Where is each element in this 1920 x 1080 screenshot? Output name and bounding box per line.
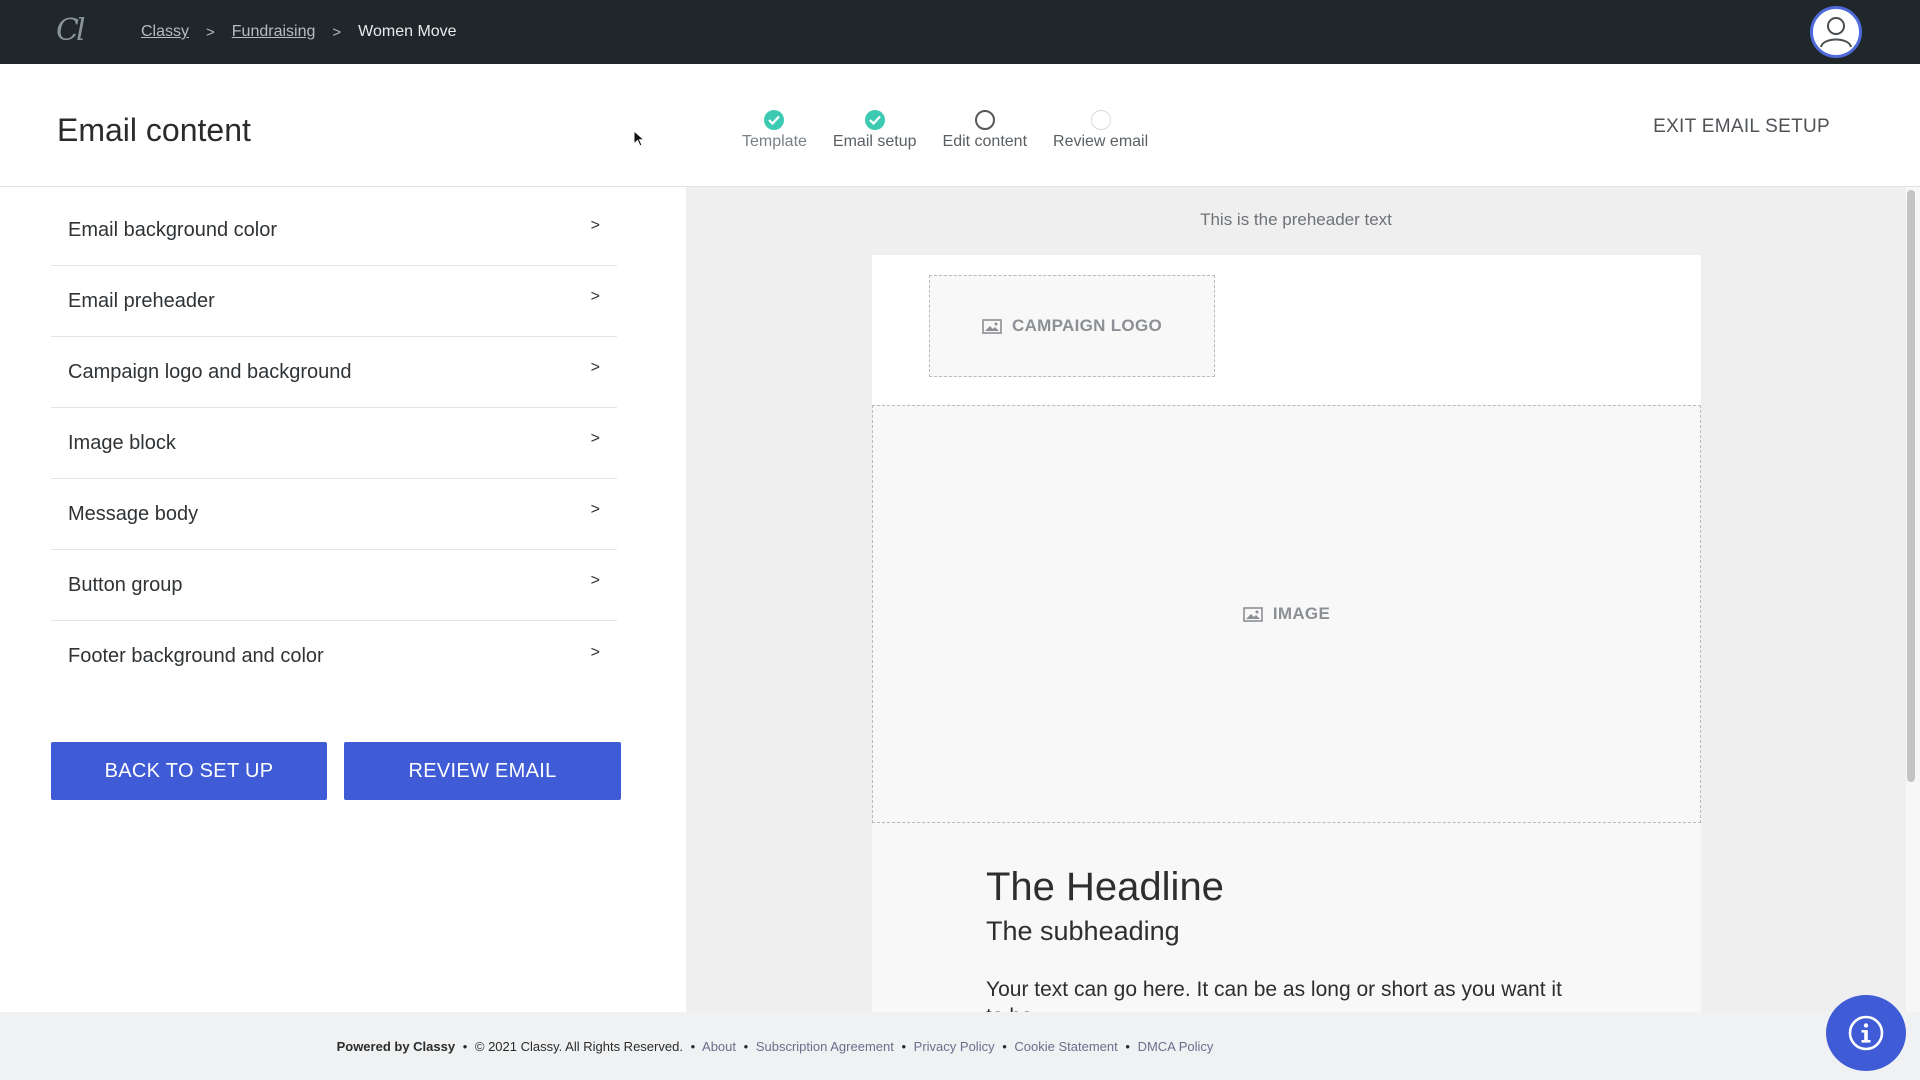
mouse-cursor-icon [633, 130, 645, 147]
content-settings-panel: Email background color > Email preheader… [0, 187, 686, 1012]
email-headline: The Headline [986, 865, 1224, 909]
chevron-right-icon: > [590, 430, 600, 447]
powered-by: Powered by Classy [336, 1038, 456, 1054]
step-label: Edit content [942, 133, 1028, 150]
chevron-right-icon: > [590, 288, 600, 305]
classy-logo[interactable]: Cl [56, 14, 86, 48]
footer-link-cookie-statement[interactable]: Cookie Statement [1014, 1039, 1117, 1054]
breadcrumb-current: Women Move [358, 23, 457, 40]
chevron-right-icon: > [590, 217, 600, 234]
image-icon [982, 318, 1002, 334]
chevron-right-icon: > [590, 572, 600, 589]
page-footer: Powered by Classy • © 2021 Classy. All R… [0, 1012, 1920, 1080]
footer-text: Powered by Classy • © 2021 Classy. All R… [337, 1039, 1214, 1054]
footer-link-about[interactable]: About [702, 1039, 736, 1054]
footer-bullet: • [1002, 1038, 1007, 1054]
footer-link-privacy-policy[interactable]: Privacy Policy [914, 1039, 995, 1054]
message-body-block[interactable]: The Headline The subheading Your text ca… [872, 823, 1701, 1012]
preview-scrollbar-thumb[interactable] [1907, 190, 1915, 782]
copyright: © 2021 Classy. All Rights Reserved. [474, 1038, 683, 1054]
section-image-block[interactable]: Image block > [51, 408, 617, 479]
logo-placeholder-label: CAMPAIGN LOGO [1012, 316, 1162, 335]
step-label: Review email [1053, 133, 1149, 150]
section-message-body[interactable]: Message body > [51, 479, 617, 550]
step-template[interactable]: Template [742, 110, 807, 151]
chevron-right-icon: > [590, 643, 600, 661]
section-footer-background[interactable]: Footer background and color > [51, 621, 617, 692]
chevron-right-icon: > [206, 23, 215, 41]
chevron-right-icon: > [590, 359, 600, 376]
empty-circle-icon [1090, 110, 1111, 130]
email-subheading: The subheading [986, 916, 1180, 946]
section-campaign-logo[interactable]: Campaign logo and background > [51, 337, 617, 408]
campaign-logo-placeholder[interactable]: CAMPAIGN LOGO [929, 275, 1215, 377]
step-edit-content[interactable]: Edit content [942, 110, 1028, 151]
image-icon [1243, 606, 1263, 622]
section-label: Email preheader [68, 289, 215, 312]
section-label: Image block [68, 431, 176, 454]
chevron-right-icon: > [332, 23, 342, 41]
section-email-background-color[interactable]: Email background color > [51, 195, 617, 266]
page-header: Email content Template Email setup Edit … [0, 64, 1920, 187]
breadcrumb-fundraising[interactable]: Fundraising [232, 23, 316, 41]
footer-bullet: • [901, 1038, 907, 1054]
email-card: CAMPAIGN LOGO IMAGE The Headline The sub… [872, 255, 1701, 1012]
user-icon [1820, 17, 1852, 48]
progress-stepper: Template Email setup Edit content Review… [742, 110, 1174, 151]
image-block-placeholder[interactable]: IMAGE [872, 405, 1701, 823]
step-review-email[interactable]: Review email [1053, 110, 1148, 151]
image-placeholder-label: IMAGE [1272, 604, 1331, 623]
step-email-setup[interactable]: Email setup [833, 110, 917, 151]
footer-bullet: • [743, 1038, 749, 1054]
preheader-text: This is the preheader text [1200, 210, 1392, 229]
back-to-setup-button[interactable]: BACK TO SET UP [51, 742, 327, 800]
top-nav: Cl Classy > Fundraising > Women Move [0, 0, 1920, 64]
chevron-right-icon: > [590, 501, 600, 518]
footer-link-dmca-policy[interactable]: DMCA Policy [1138, 1039, 1214, 1054]
check-circle-icon [764, 110, 785, 130]
breadcrumb: Classy > Fundraising > Women Move [141, 0, 457, 64]
footer-link-subscription-agreement[interactable]: Subscription Agreement [756, 1039, 894, 1054]
section-label: Footer background and color [68, 645, 324, 667]
exit-email-setup-link[interactable]: EXIT EMAIL SETUP [1653, 116, 1830, 138]
email-body-text: Your text can go here. It can be as long… [986, 978, 1562, 1012]
review-email-button[interactable]: REVIEW EMAIL [344, 742, 621, 800]
info-icon [1848, 1015, 1884, 1051]
section-button-group[interactable]: Button group > [51, 550, 617, 621]
step-label: Email setup [832, 133, 917, 150]
section-label: Email background color [68, 218, 277, 241]
check-circle-icon [864, 110, 885, 130]
footer-bullet: • [462, 1038, 468, 1054]
email-preview[interactable]: This is the preheader text CAMPAIGN LOGO… [686, 187, 1906, 1012]
section-email-preheader[interactable]: Email preheader > [51, 266, 617, 337]
panel-actions: BACK TO SET UP REVIEW EMAIL [51, 742, 621, 800]
page-title: Email content [57, 112, 251, 148]
breadcrumb-classy[interactable]: Classy [141, 23, 189, 41]
user-avatar[interactable] [1810, 6, 1862, 58]
section-label: Message body [68, 502, 199, 525]
step-label: Template [742, 133, 807, 150]
section-label: Button group [68, 573, 183, 596]
content-section-list: Email background color > Email preheader… [51, 195, 617, 692]
help-info-button[interactable] [1826, 995, 1906, 1071]
section-label: Campaign logo and background [68, 360, 352, 383]
footer-bullet: • [1125, 1038, 1130, 1054]
current-step-circle-icon [974, 110, 995, 130]
footer-bullet: • [690, 1038, 696, 1054]
